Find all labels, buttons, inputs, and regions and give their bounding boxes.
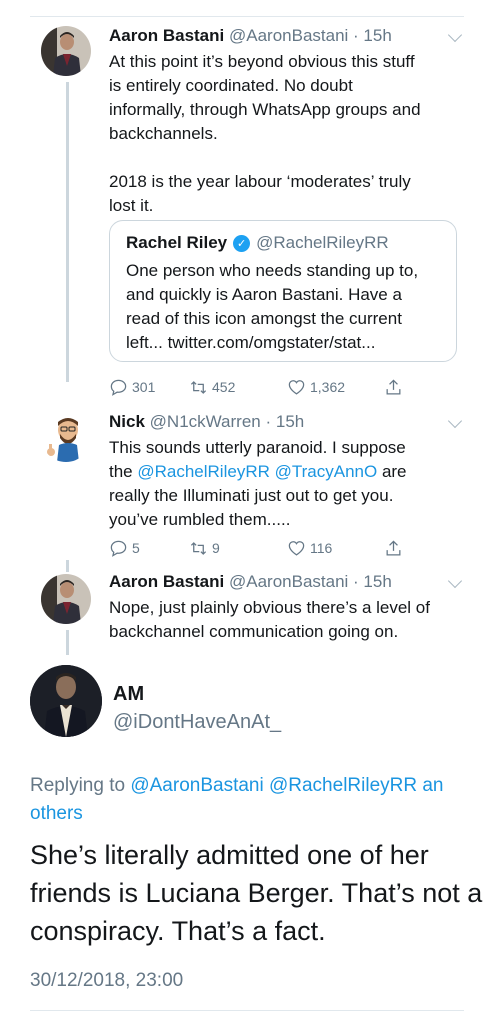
tweet-actions: 5 9 116 bbox=[109, 537, 409, 559]
avatar-photo-icon bbox=[41, 574, 91, 624]
text-line: 2018 is the year labour ‘moderates’ trul… bbox=[109, 172, 411, 191]
tweet-header: Aaron Bastani @AaronBastani · 15h bbox=[109, 572, 392, 592]
avatar[interactable] bbox=[41, 26, 91, 76]
retweet-button[interactable]: 9 bbox=[189, 539, 220, 558]
display-name[interactable]: Aaron Bastani bbox=[109, 26, 224, 45]
dot-separator: · bbox=[348, 26, 364, 45]
tweet-text: This sounds utterly paranoid. I suppose … bbox=[109, 436, 464, 532]
share-button[interactable] bbox=[384, 378, 407, 397]
share-button[interactable] bbox=[384, 539, 407, 558]
reply-count: 5 bbox=[132, 540, 140, 556]
tweet-time[interactable]: 15h bbox=[276, 412, 304, 431]
retweet-icon bbox=[190, 541, 207, 555]
reply-icon bbox=[110, 540, 127, 557]
tweet-time[interactable]: 15h bbox=[363, 572, 391, 591]
reply-button[interactable]: 301 bbox=[109, 378, 155, 397]
reply-icon bbox=[110, 379, 127, 396]
mention-links[interactable]: @AaronBastani @RachelRileyRR an bbox=[130, 775, 443, 796]
display-name[interactable]: Nick bbox=[109, 412, 145, 431]
retweet-button[interactable]: 452 bbox=[189, 378, 235, 397]
quote-text-line: One person who needs standing up to, bbox=[126, 261, 419, 280]
text-line: She’s literally admitted one of her bbox=[30, 840, 429, 870]
chevron-down-icon[interactable] bbox=[447, 573, 463, 589]
tweet-header: Aaron Bastani @AaronBastani · 15h bbox=[109, 26, 392, 46]
retweet-count: 9 bbox=[212, 540, 220, 556]
thread-line bbox=[66, 560, 69, 572]
replying-to: Replying to @AaronBastani @RachelRileyRR… bbox=[30, 772, 494, 828]
tweet-text: Nope, just plainly obvious there’s a lev… bbox=[109, 596, 464, 644]
avatar[interactable] bbox=[41, 574, 91, 624]
avatar-photo-icon bbox=[30, 665, 102, 737]
quote-text-line: and quickly is Aaron Bastani. Have a bbox=[126, 285, 402, 304]
text-line: conspiracy. That’s a fact. bbox=[30, 916, 326, 946]
heart-icon bbox=[288, 540, 305, 556]
text-line: the @RachelRileyRR @TracyAnnO are bbox=[109, 460, 464, 484]
dot-separator: · bbox=[348, 572, 364, 591]
avatar-cartoon-icon bbox=[41, 412, 91, 462]
avatar[interactable] bbox=[41, 412, 91, 462]
chevron-down-icon[interactable] bbox=[447, 413, 463, 429]
bottom-divider bbox=[30, 1010, 464, 1011]
like-button[interactable]: 116 bbox=[287, 539, 332, 558]
dot-separator: · bbox=[260, 412, 276, 431]
chevron-down-icon[interactable] bbox=[447, 27, 463, 43]
user-handle[interactable]: @iDontHaveAnAt_ bbox=[113, 711, 281, 734]
text-line: lost it. bbox=[109, 196, 154, 215]
others-link[interactable]: others bbox=[30, 803, 83, 824]
tweet-time[interactable]: 15h bbox=[363, 26, 391, 45]
quote-display-name: Rachel Riley bbox=[126, 233, 228, 252]
tweet-text: At this point it’s beyond obvious this s… bbox=[109, 50, 464, 218]
retweet-icon bbox=[190, 380, 207, 394]
thread-line bbox=[66, 82, 69, 382]
user-handle[interactable]: @N1ckWarren bbox=[150, 412, 261, 431]
display-name[interactable]: Aaron Bastani bbox=[109, 572, 224, 591]
text-fragment: are bbox=[377, 462, 407, 481]
reply-button[interactable]: 5 bbox=[109, 539, 140, 558]
top-divider bbox=[30, 16, 464, 17]
quote-text: One person who needs standing up to, and… bbox=[126, 259, 440, 355]
thread-line bbox=[66, 630, 69, 655]
text-line: really the Illuminati just out to get yo… bbox=[109, 486, 394, 505]
quoted-tweet[interactable]: Rachel Riley ✓ @RachelRileyRR One person… bbox=[109, 220, 457, 362]
text-line: friends is Luciana Berger. That’s not a bbox=[30, 878, 483, 908]
text-line: Nope, just plainly obvious there’s a lev… bbox=[109, 598, 430, 617]
display-name[interactable]: AM bbox=[113, 683, 144, 706]
tweet-timestamp[interactable]: 30/12/2018, 23:00 bbox=[30, 970, 183, 992]
tweet-header: Nick @N1ckWarren · 15h bbox=[109, 412, 304, 432]
text-line: you’ve rumbled them..... bbox=[109, 510, 291, 529]
like-button[interactable]: 1,362 bbox=[287, 378, 345, 397]
text-line: informally, through WhatsApp groups and bbox=[109, 100, 421, 119]
retweet-count: 452 bbox=[212, 379, 236, 395]
share-icon bbox=[386, 539, 401, 555]
heart-icon bbox=[288, 379, 305, 395]
user-handle[interactable]: @AaronBastani bbox=[229, 26, 348, 45]
quote-header: Rachel Riley ✓ @RachelRileyRR bbox=[126, 233, 440, 253]
replying-prefix: Replying to bbox=[30, 775, 131, 796]
avatar-photo-icon bbox=[41, 26, 91, 76]
quote-text-line: left... twitter.com/omgstater/stat... bbox=[126, 333, 376, 352]
user-handle[interactable]: @AaronBastani bbox=[229, 572, 348, 591]
text-line: is entirely coordinated. No doubt bbox=[109, 76, 353, 95]
share-icon bbox=[386, 378, 401, 394]
text-line: This sounds utterly paranoid. I suppose bbox=[109, 438, 406, 457]
verified-badge-icon: ✓ bbox=[233, 234, 251, 252]
main-tweet-text: She’s literally admitted one of her frie… bbox=[30, 836, 494, 950]
text-line: backchannels. bbox=[109, 124, 218, 143]
reply-count: 301 bbox=[132, 379, 156, 395]
tweet-actions: 301 452 1,362 bbox=[109, 376, 409, 398]
quote-text-line: read of this icon amongst the current bbox=[126, 309, 402, 328]
mention-link[interactable]: @TracyAnnO bbox=[275, 462, 378, 481]
mention-link[interactable]: @RachelRileyRR bbox=[137, 462, 270, 481]
text-fragment: the bbox=[109, 462, 138, 481]
like-count: 1,362 bbox=[310, 379, 346, 395]
like-count: 116 bbox=[310, 540, 333, 556]
text-line: backchannel communication going on. bbox=[109, 622, 399, 641]
avatar[interactable] bbox=[30, 665, 102, 737]
text-line: At this point it’s beyond obvious this s… bbox=[109, 52, 415, 71]
quote-user-handle: @RachelRileyRR bbox=[256, 233, 389, 252]
